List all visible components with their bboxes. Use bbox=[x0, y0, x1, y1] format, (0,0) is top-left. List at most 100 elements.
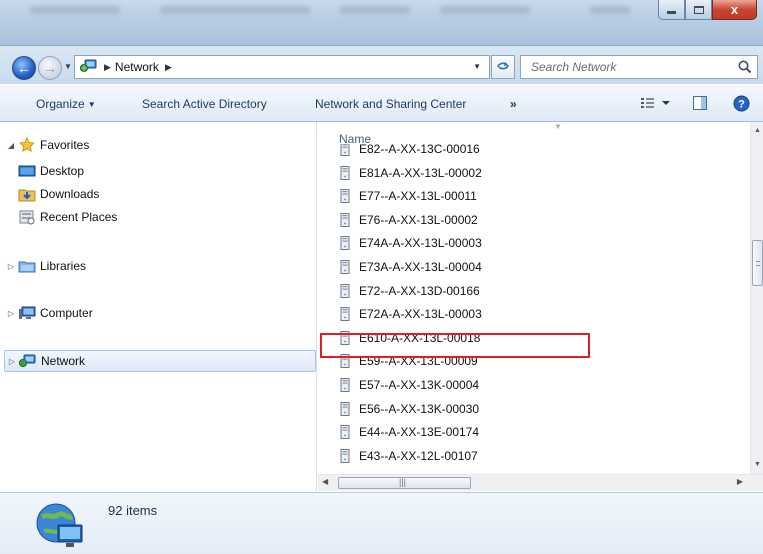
blurred-title-text bbox=[590, 6, 630, 14]
vertical-scrollbar[interactable]: ▲ ▼ bbox=[750, 122, 763, 474]
list-item[interactable]: E82--A-XX-13C-00016 bbox=[340, 144, 480, 160]
help-icon: ? bbox=[733, 95, 750, 112]
list-item[interactable]: E72--A-XX-13D-00166 bbox=[340, 280, 480, 302]
recent-places-icon bbox=[18, 209, 36, 225]
list-item-label: E77--A-XX-13L-00011 bbox=[359, 189, 477, 204]
grip-icon: ||| bbox=[399, 477, 407, 487]
list-item[interactable]: E76--A-XX-13L-00002 bbox=[340, 209, 478, 231]
scroll-down-arrow-icon[interactable]: ▼ bbox=[752, 458, 763, 472]
scroll-right-arrow-icon[interactable]: ▶ bbox=[737, 477, 743, 486]
sort-indicator-icon: ▼ bbox=[554, 122, 562, 131]
list-item[interactable]: E74A-A-XX-13L-00003 bbox=[340, 232, 482, 254]
network-sharing-center-button[interactable]: Network and Sharing Center bbox=[315, 97, 466, 111]
list-item-label: E43--A-XX-12L-00107 bbox=[359, 448, 478, 463]
list-item-label: E73A-A-XX-13L-00004 bbox=[359, 260, 482, 274]
list-item-label: E72--A-XX-13D-00166 bbox=[359, 283, 480, 298]
nav-downloads-label: Downloads bbox=[40, 187, 100, 201]
list-item[interactable]: E72A-A-XX-13L-00003 bbox=[340, 303, 482, 325]
nav-computer-label: Computer bbox=[40, 306, 93, 320]
address-row: ← → ▼ ▶ Network ▶ ▼ Search Network bbox=[0, 46, 763, 84]
list-item-label: E81A-A-XX-13L-00002 bbox=[359, 165, 482, 180]
breadcrumb-separator-icon[interactable]: ▶ bbox=[104, 62, 111, 73]
collapsed-triangle-icon[interactable]: ▷ bbox=[6, 262, 16, 271]
expanded-triangle-icon[interactable]: ◢ bbox=[6, 141, 16, 150]
list-item[interactable]: E44--A-XX-13E-00174 bbox=[340, 421, 479, 443]
computer-tower-icon bbox=[340, 425, 350, 440]
breadcrumb-separator-icon[interactable]: ▶ bbox=[165, 62, 172, 73]
close-button[interactable]: x bbox=[712, 0, 757, 20]
window-controls: x bbox=[658, 0, 757, 20]
desktop-icon bbox=[18, 163, 36, 179]
command-bar: Organize ▼ Search Active Directory Networ… bbox=[0, 84, 763, 122]
list-item-label: E72A-A-XX-13L-00003 bbox=[359, 307, 482, 322]
recent-pages-dropdown[interactable]: ▼ bbox=[64, 62, 72, 71]
help-button[interactable]: ? bbox=[733, 95, 750, 115]
preview-pane-icon bbox=[693, 96, 707, 110]
minimize-icon bbox=[667, 11, 676, 14]
list-item[interactable]: E43--A-XX-12L-00107 bbox=[340, 445, 478, 467]
list-item[interactable]: E77--A-XX-13L-00011 bbox=[340, 185, 477, 207]
maximize-icon bbox=[693, 5, 704, 14]
collapsed-triangle-icon[interactable]: ▷ bbox=[6, 309, 16, 318]
network-icon bbox=[79, 59, 98, 76]
search-active-directory-label: Search Active Directory bbox=[142, 97, 267, 111]
minimize-button[interactable] bbox=[658, 0, 685, 20]
nav-favorites[interactable]: ◢ Favorites bbox=[6, 135, 89, 155]
collapsed-triangle-icon[interactable]: ▷ bbox=[7, 357, 17, 366]
more-commands-button[interactable]: » bbox=[510, 97, 517, 111]
list-item[interactable]: E56--A-XX-13K-00030 bbox=[340, 398, 479, 420]
nav-libraries-label: Libraries bbox=[40, 259, 87, 273]
organize-menu[interactable]: Organize ▼ bbox=[36, 97, 96, 111]
list-item[interactable]: E73A-A-XX-13L-00004 bbox=[340, 256, 482, 278]
vertical-scroll-thumb[interactable] bbox=[752, 240, 763, 286]
computer-tower-icon bbox=[340, 307, 350, 322]
nav-downloads[interactable]: Downloads bbox=[18, 184, 99, 204]
computer-tower-icon bbox=[340, 236, 350, 251]
horizontal-scrollbar[interactable]: ◀ ||| ▶ bbox=[318, 474, 763, 491]
view-options-button[interactable] bbox=[640, 95, 672, 114]
horizontal-scroll-thumb[interactable]: ||| bbox=[338, 477, 471, 489]
grip-icon bbox=[756, 261, 760, 266]
chevron-down-icon: ▼ bbox=[87, 100, 96, 109]
nav-computer[interactable]: ▷ Computer bbox=[6, 303, 93, 323]
search-active-directory-button[interactable]: Search Active Directory bbox=[142, 97, 267, 111]
file-list: E82--A-XX-13C-00016 E81A-A-XX-13L-00002 E7… bbox=[318, 144, 750, 476]
computer-tower-icon bbox=[340, 212, 350, 227]
back-button[interactable]: ← bbox=[12, 56, 36, 80]
computer-tower-icon bbox=[340, 165, 350, 180]
close-icon: x bbox=[730, 2, 739, 17]
maximize-button[interactable] bbox=[685, 0, 712, 20]
svg-text:?: ? bbox=[738, 99, 745, 111]
nav-recent-places[interactable]: Recent Places bbox=[18, 207, 117, 227]
preview-pane-button[interactable] bbox=[692, 95, 708, 114]
star-icon bbox=[18, 137, 36, 153]
file-list-pane: ▼ Name E82--A-XX-13C-00016 E81A-A-XX-13L-… bbox=[318, 122, 763, 492]
back-arrow-icon: ← bbox=[17, 60, 31, 76]
organize-label: Organize bbox=[36, 97, 85, 111]
blurred-title-text bbox=[30, 6, 120, 14]
list-item[interactable]: E57--A-XX-13K-00004 bbox=[340, 374, 479, 396]
nav-recent-places-label: Recent Places bbox=[40, 210, 118, 224]
navigation-pane: ◢ Favorites Desktop Downloads Recent Pla… bbox=[0, 122, 317, 492]
downloads-folder-icon bbox=[18, 186, 36, 202]
refresh-icon bbox=[496, 60, 510, 75]
nav-desktop[interactable]: Desktop bbox=[18, 161, 84, 181]
view-options-icon bbox=[641, 98, 670, 108]
address-dropdown-icon[interactable]: ▼ bbox=[473, 62, 481, 71]
scroll-up-arrow-icon[interactable]: ▲ bbox=[752, 124, 763, 138]
search-placeholder: Search Network bbox=[531, 60, 617, 74]
search-icon[interactable] bbox=[737, 59, 753, 78]
refresh-button[interactable] bbox=[491, 55, 515, 79]
computer-tower-icon bbox=[340, 189, 350, 204]
nav-libraries[interactable]: ▷ Libraries bbox=[6, 256, 86, 276]
nav-desktop-label: Desktop bbox=[40, 164, 85, 178]
search-box[interactable]: Search Network bbox=[520, 55, 758, 79]
list-item[interactable]: E81A-A-XX-13L-00002 bbox=[340, 162, 482, 184]
forward-button[interactable]: → bbox=[38, 56, 62, 80]
breadcrumb-network[interactable]: Network bbox=[115, 60, 159, 74]
nav-network[interactable]: ▷ Network bbox=[4, 350, 316, 372]
scroll-left-arrow-icon[interactable]: ◀ bbox=[322, 477, 328, 486]
computer-icon bbox=[18, 305, 36, 321]
address-bar[interactable]: ▶ Network ▶ ▼ bbox=[74, 55, 490, 79]
list-item-label: E76--A-XX-13L-00002 bbox=[359, 212, 478, 227]
